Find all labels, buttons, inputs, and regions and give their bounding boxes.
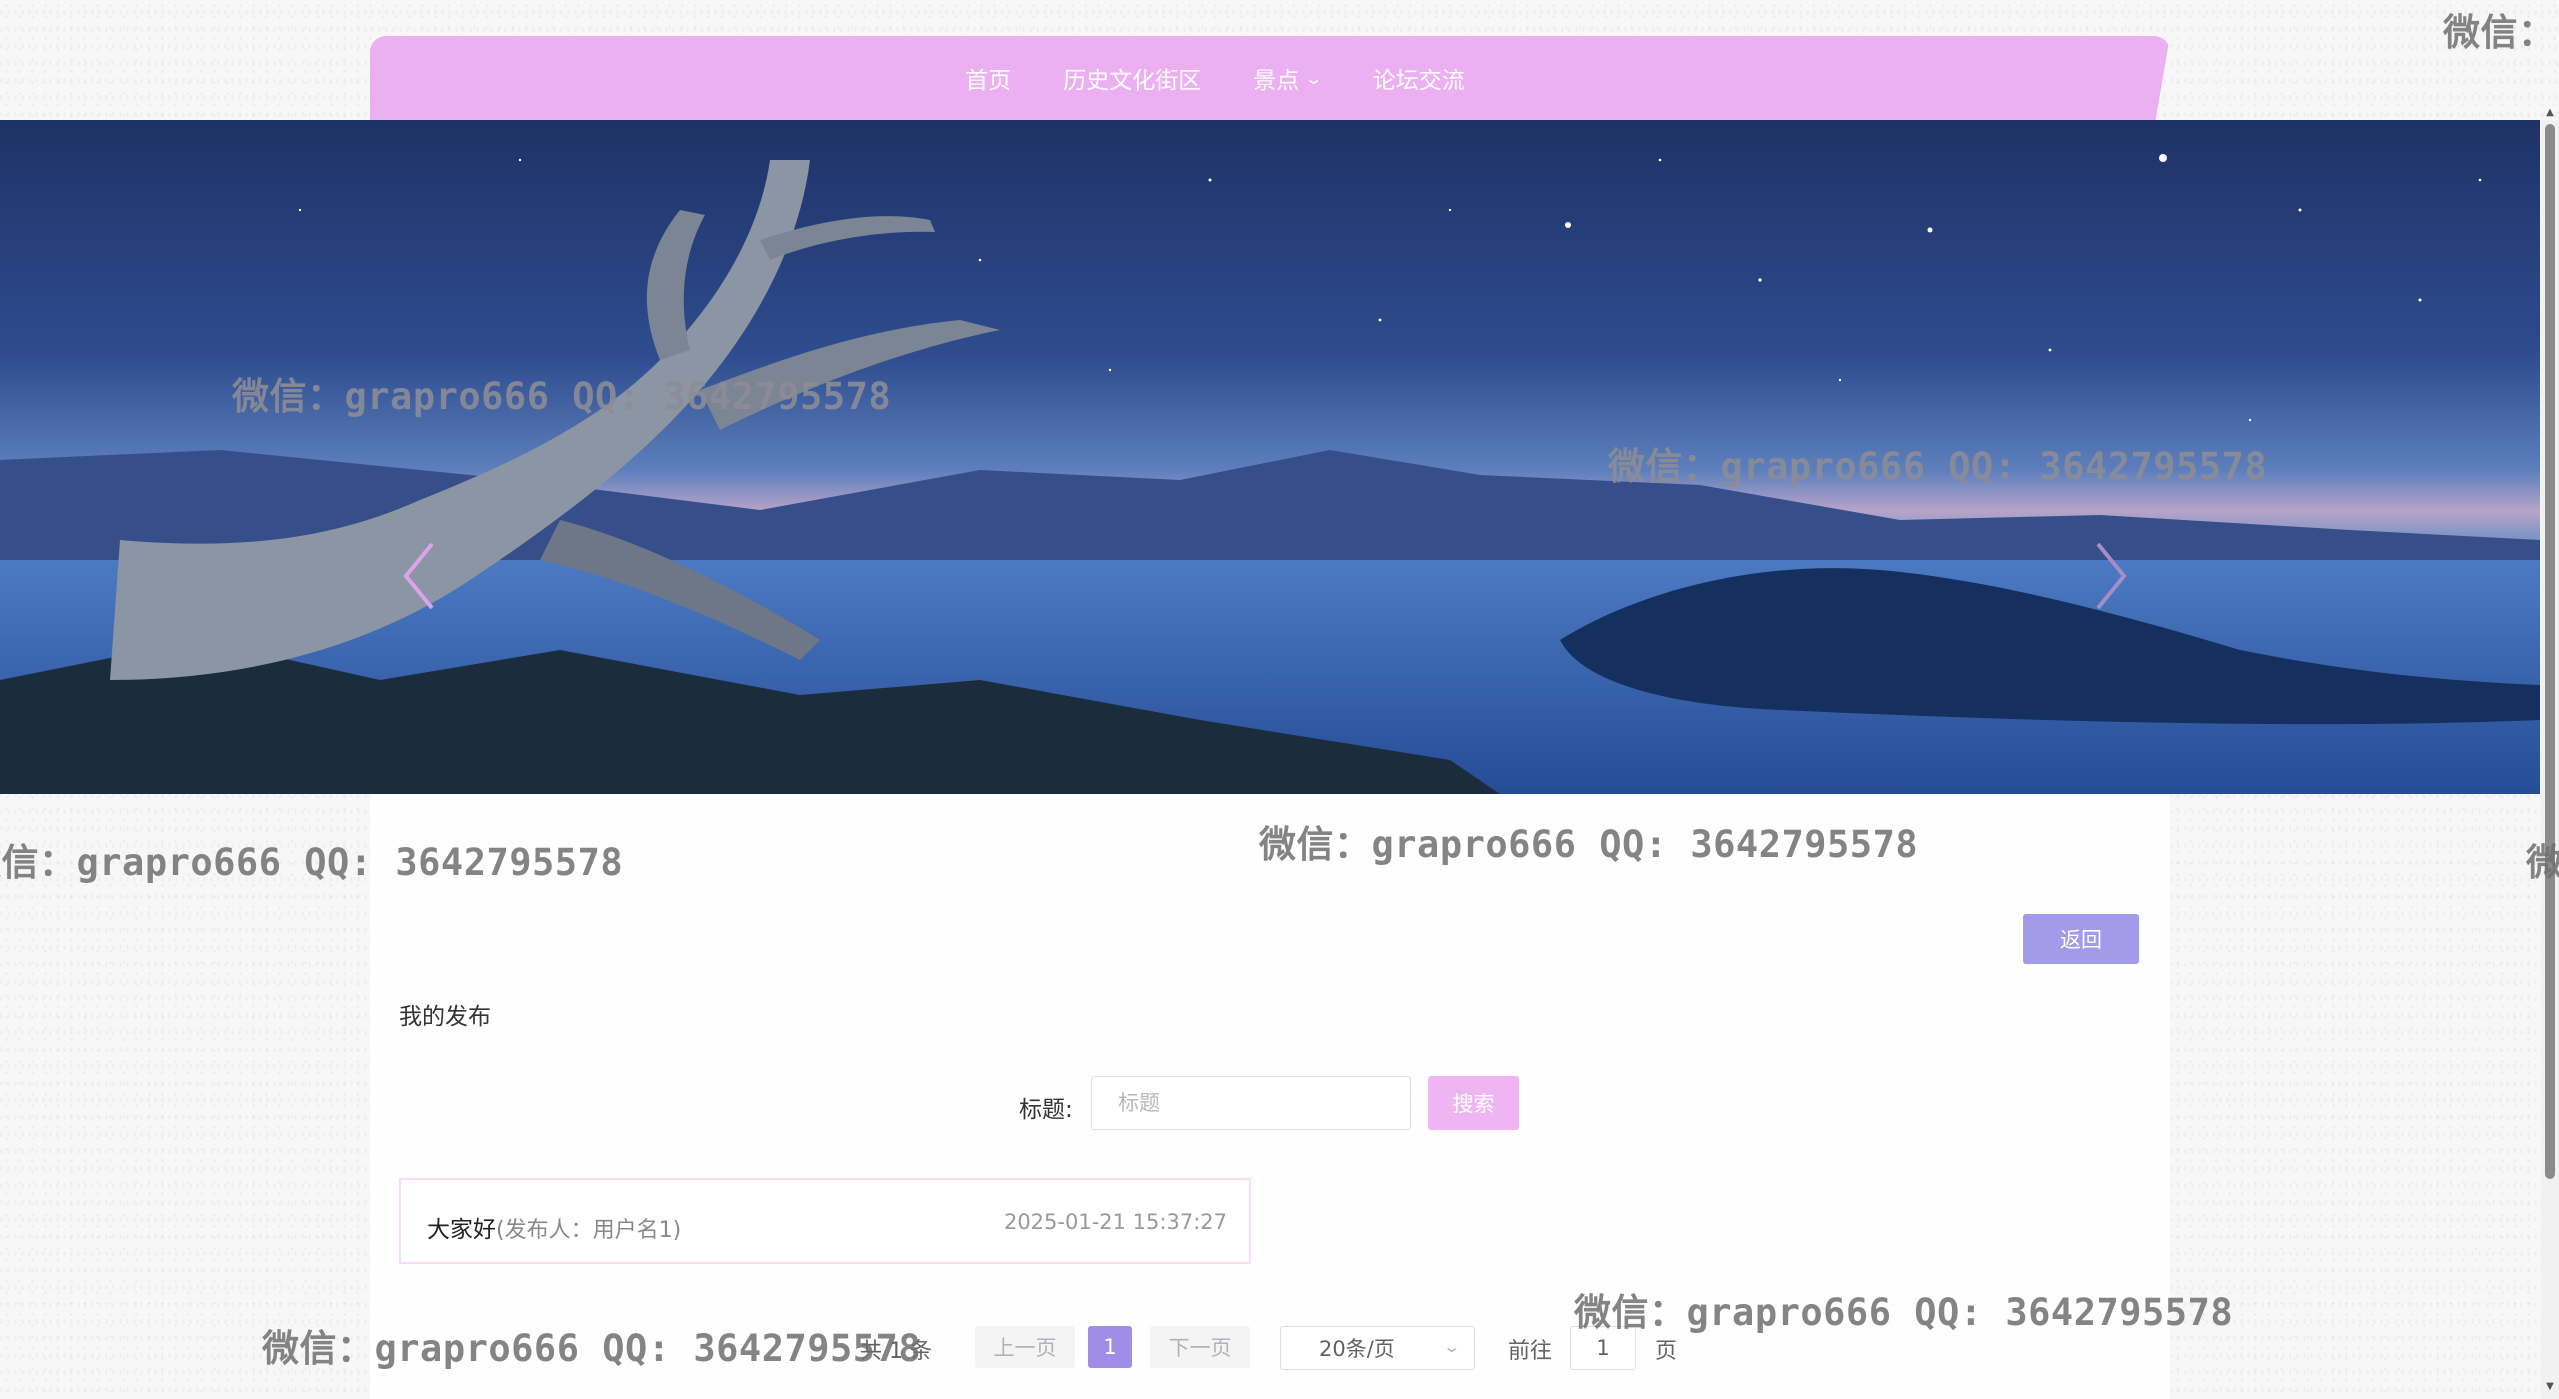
scroll-up-arrow-icon[interactable]: ▲ [2545,108,2555,118]
nav-item-label: 历史文化街区 [1063,68,1202,94]
carousel-prev-arrow-icon[interactable] [400,540,440,612]
pagination-prev-button[interactable]: 上一页 [975,1326,1075,1368]
nav-item-label: 景点 [1253,68,1300,94]
banner-carousel [0,120,2540,794]
watermark-text: 微信： [2443,11,2556,54]
search-title-input[interactable] [1091,1076,1411,1130]
post-list-item[interactable]: 大家好(发布人：用户名1) 2025-01-21 15:37:27 [399,1178,1251,1264]
pagination-page-size-select[interactable]: 20条/页 ⌄ [1280,1326,1475,1370]
pagination-next-button[interactable]: 下一页 [1150,1326,1250,1368]
carousel-next-arrow-icon[interactable] [2090,540,2130,612]
pagination-total: 共 1 条 [860,1339,932,1364]
post-timestamp: 2025-01-21 15:37:27 [1003,1210,1227,1234]
search-title-label: 标题: [1019,1097,1073,1123]
banner-image [0,120,2540,794]
post-author: (发布人：用户名1) [496,1218,682,1243]
chevron-down-icon: ⌄ [1304,68,1324,88]
nav-item-label: 首页 [965,68,1012,94]
top-navbar: 首页 历史文化街区 景点 ⌄ 论坛交流 [370,36,2170,120]
pagination-goto-input[interactable] [1570,1326,1636,1370]
search-button[interactable]: 搜索 [1428,1076,1519,1130]
post-title: 大家好(发布人：用户名1) [427,1210,681,1244]
scroll-down-arrow-icon[interactable]: ▼ [2545,1382,2555,1392]
section-title: 我的发布 [399,1004,491,1030]
nav-item-forum[interactable]: 论坛交流 [1373,61,1465,95]
nav-menu: 首页 历史文化街区 景点 ⌄ 论坛交流 [370,36,2170,120]
page-size-value: 20条/页 [1319,1337,1395,1361]
nav-item-attractions[interactable]: 景点 ⌄ [1253,61,1323,95]
page-scrollbar-thumb[interactable] [2545,124,2555,1179]
pagination-page-suffix: 页 [1655,1339,1678,1364]
post-title-text: 大家好 [427,1217,496,1243]
chevron-down-icon: ⌄ [1441,1337,1461,1356]
nav-item-label: 论坛交流 [1372,68,1465,94]
back-button[interactable]: 返回 [2023,914,2139,964]
pagination-goto-label: 前往 [1508,1339,1553,1364]
nav-item-historic-district[interactable]: 历史文化街区 [1063,61,1201,95]
pagination-current-page[interactable]: 1 [1088,1326,1132,1368]
nav-item-home[interactable]: 首页 [965,61,1011,95]
